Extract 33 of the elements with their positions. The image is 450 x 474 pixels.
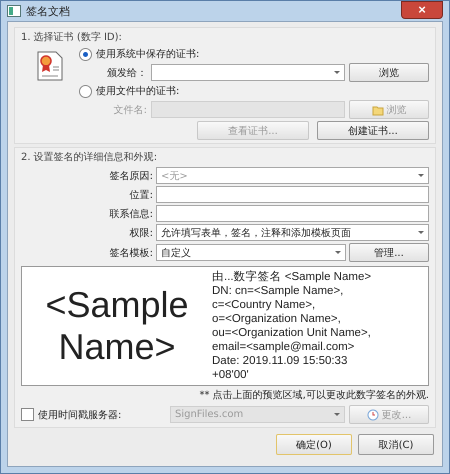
field-label: 颁发给： — [106, 66, 147, 80]
field-label: 文件名: — [112, 104, 147, 116]
radio-label: 使用系统中保存的证书: — [96, 48, 200, 61]
signature-details-text: 由...数字签名 <Sample Name> DN: cn=<Sample Name>, c=<Country Name>, o=<Organization Name>, ou=<Organization Unit Name>, email=<sample@mail.com> Date: 2019.11.09 15:50:33 +08'00' — [212, 270, 372, 382]
field-label: 联系信息: — [108, 208, 153, 220]
window-title: 签名文档 — [26, 4, 70, 18]
field-label: 权限: — [128, 226, 153, 240]
close-button[interactable]: × — [401, 1, 443, 19]
checkbox-label: 使用时间戳服务器: — [38, 408, 122, 422]
certificate-icon — [37, 51, 63, 81]
field-label: 签名原因: — [108, 170, 153, 182]
sample-name-text: <Sample Name> — [44, 284, 190, 368]
radio-label: 使用文件中的证书: — [96, 84, 180, 98]
input-field[interactable] — [156, 186, 429, 203]
dropdown-field[interactable] — [151, 64, 345, 81]
dialog-button[interactable]: 确定(O) — [276, 434, 352, 455]
radio-button[interactable] — [79, 48, 92, 60]
section-title: 2. 设置签名的详细信息和外观: — [21, 150, 158, 164]
manage-button[interactable]: 管理... — [349, 243, 429, 262]
signature-preview[interactable]: <Sample Name> 由...数字签名 <Sample Name> DN: cn=<Sample Name>, c=<Country Name>, o=<Organization Name>, ou=<Organization Unit Name>, email=<sample@mail.com> Date: 2019.11.09 15:50:33 +08'00' — [21, 266, 429, 386]
dialog-button[interactable]: 取消(C) — [358, 434, 434, 455]
hint-text: ** 点击上面的预览区域,可以更改此数字签名的外观. — [198, 388, 429, 402]
folder-icon — [372, 104, 384, 116]
certificate-button[interactable]: 创建证书... — [317, 121, 429, 140]
document-icon — [7, 5, 21, 17]
dropdown-field[interactable]: 允许填写表单，签名，注释和添加模板页面 — [156, 224, 429, 241]
browse-button[interactable]: 浏览 — [349, 63, 429, 82]
input-field[interactable] — [156, 205, 429, 222]
field-label: 位置: — [128, 188, 153, 202]
dropdown-field[interactable]: 自定义 — [156, 244, 346, 261]
clock-icon — [366, 408, 379, 420]
section-title: 1. 选择证书 (数字 ID): — [21, 30, 123, 44]
field-label: 签名模板: — [108, 246, 153, 260]
